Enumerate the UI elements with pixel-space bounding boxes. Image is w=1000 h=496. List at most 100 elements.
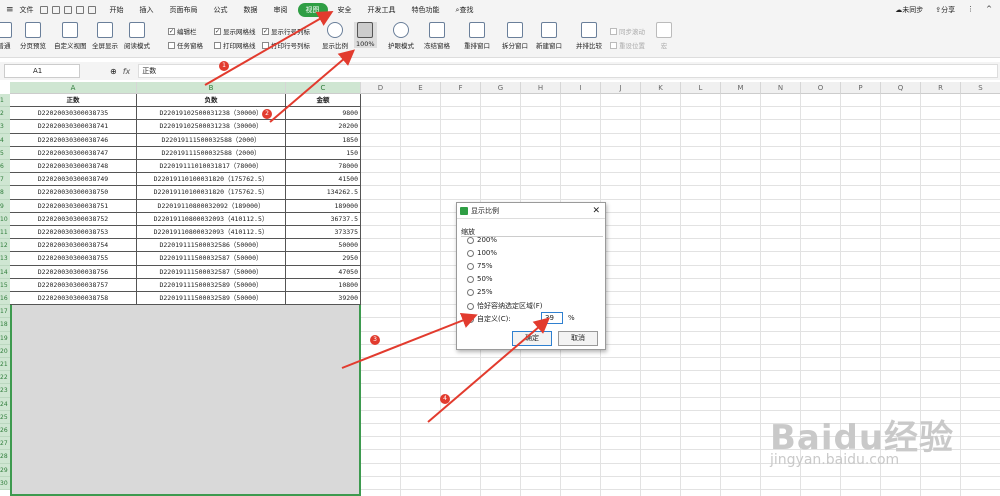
table-cell[interactable]: D22019110800032093（410112.5） [137,226,286,240]
table-cell[interactable]: D22019111500032589（50000） [137,292,286,306]
more-icon[interactable]: ⋮ [967,5,974,15]
table-cell[interactable]: 9800 [286,107,361,121]
table-cell[interactable]: 39200 [286,292,361,306]
redo-icon[interactable] [87,6,96,14]
undo-icon[interactable] [51,6,60,14]
column-header[interactable]: F [441,82,481,94]
check-print-headings[interactable]: 打印行号列标 [262,40,310,50]
column-header[interactable]: Q [881,82,921,94]
column-header[interactable]: K [641,82,681,94]
row-header[interactable]: 17 [0,305,10,319]
row-header[interactable]: 29 [0,463,10,477]
table-cell[interactable]: 2950 [286,252,361,266]
row-header[interactable]: 9 [0,199,10,213]
column-header[interactable]: C [286,82,361,94]
eye-protection-button[interactable]: 护眼模式 [388,22,414,50]
table-cell[interactable]: D22020030300038735 [10,107,137,121]
table-cell[interactable]: D22020030300038756 [10,265,137,279]
table-cell[interactable]: 189000 [286,199,361,213]
table-cell[interactable]: 47050 [286,265,361,279]
row-header[interactable]: 14 [0,265,10,279]
row-header[interactable]: 26 [0,424,10,438]
column-header[interactable]: O [801,82,841,94]
table-cell[interactable]: D22020030300038751 [10,199,137,213]
table-cell[interactable]: 50000 [286,239,361,253]
table-cell[interactable]: D22019111500032589（50000） [137,278,286,292]
cancel-button[interactable]: 取消 [558,331,598,346]
row-header[interactable]: 30 [0,476,10,490]
table-cell[interactable]: D22019111500032586（50000） [137,239,286,253]
collapse-icon[interactable]: ^ [986,5,992,15]
row-header[interactable]: 5 [0,146,10,160]
save-icon[interactable] [39,6,48,14]
row-header[interactable]: 4 [0,133,10,147]
tab-special[interactable]: 特色功能 [404,0,448,20]
print-icon[interactable] [63,6,72,14]
column-header[interactable]: R [921,82,961,94]
column-header[interactable]: M [721,82,761,94]
share-button[interactable]: ⇪分享 [935,5,955,15]
row-header[interactable]: 25 [0,410,10,424]
table-cell[interactable]: 150 [286,146,361,160]
radio-25[interactable]: 25% [467,288,493,296]
zoom-100-button[interactable]: 100% [354,22,377,48]
table-cell[interactable]: D22019110100031820（175762.5） [137,173,286,187]
row-header[interactable]: 10 [0,212,10,226]
column-header[interactable]: A [10,82,137,94]
row-header[interactable]: 18 [0,318,10,332]
split-window-button[interactable]: 拆分窗口 [502,22,528,50]
table-cell[interactable]: 10800 [286,278,361,292]
table-cell[interactable]: D22019110800032093（410112.5） [137,212,286,226]
radio-50[interactable]: 50% [467,275,493,283]
row-header[interactable]: 22 [0,371,10,385]
ok-button[interactable]: 确定 [512,331,552,346]
check-show-gridlines[interactable]: ✓ 显示网格线 [214,26,256,36]
table-cell[interactable]: D22020030300038755 [10,252,137,266]
custom-zoom-input[interactable]: 39 [541,312,563,324]
radio-fit-selection[interactable]: 恰好容纳选定区域(F) [467,301,543,311]
table-cell[interactable]: D22020030300038752 [10,212,137,226]
table-cell[interactable]: D22020030300038750 [10,186,137,200]
table-cell[interactable]: D22019111010031817（78000） [137,160,286,174]
column-header[interactable]: E [401,82,441,94]
row-header[interactable]: 21 [0,358,10,372]
side-by-side-button[interactable]: 并排比较 [576,22,602,50]
row-header[interactable]: 20 [0,344,10,358]
table-cell[interactable]: D22020030300038747 [10,146,137,160]
column-header[interactable]: P [841,82,881,94]
table-header-cell[interactable]: 金额 [286,94,361,108]
formula-input[interactable]: 正数 [138,64,999,78]
tab-developer[interactable]: 开发工具 [360,0,404,20]
sync-status[interactable]: ☁未同步 [895,5,923,15]
row-header[interactable]: 8 [0,186,10,200]
tab-data[interactable]: 数据 [236,0,266,20]
table-cell[interactable]: D22019111500032587（50000） [137,265,286,279]
arrange-windows-button[interactable]: 重排窗口 [464,22,490,50]
zoom-icon[interactable]: ⊕ [110,67,117,76]
table-cell[interactable]: 20200 [286,120,361,134]
fullscreen-button[interactable]: 全屏显示 [92,22,118,50]
column-header[interactable]: H [521,82,561,94]
row-header[interactable]: 27 [0,437,10,451]
row-header[interactable]: 24 [0,397,10,411]
column-header[interactable]: N [761,82,801,94]
menu-icon[interactable]: ≡ [6,5,14,15]
table-cell[interactable]: D22019102500031238（30000） [137,120,286,134]
custom-view-button[interactable]: 自定义视图 [54,22,87,50]
table-cell[interactable]: 78000 [286,160,361,174]
freeze-panes-button[interactable]: 冻结窗格 [424,22,450,50]
column-header[interactable]: I [561,82,601,94]
radio-75[interactable]: 75% [467,262,493,270]
row-header[interactable]: 1 [0,94,10,108]
zoom-button[interactable]: 显示比例 [322,22,348,50]
row-header[interactable]: 28 [0,450,10,464]
tab-security[interactable]: 安全 [330,0,360,20]
tab-view[interactable]: 视图 [297,3,328,17]
radio-200[interactable]: 200% [467,236,497,244]
table-cell[interactable]: 36737.5 [286,212,361,226]
column-header[interactable]: L [681,82,721,94]
preview-icon[interactable] [75,6,84,14]
sync-scroll-button[interactable]: 同步滚动 [610,26,645,36]
table-cell[interactable]: 1850 [286,133,361,147]
name-box[interactable]: A1 [4,64,80,78]
